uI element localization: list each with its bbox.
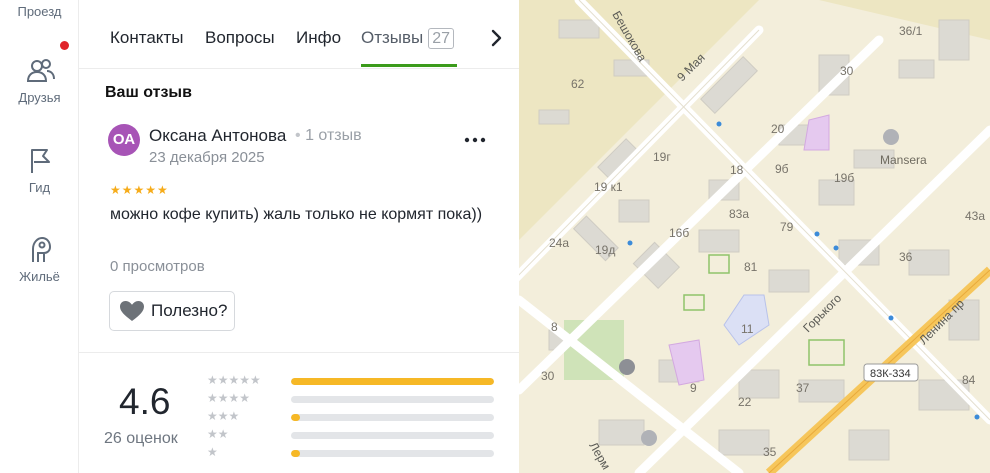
map-house-number: 9б: [775, 162, 789, 176]
author-review-count: • 1 отзыв: [295, 127, 362, 144]
tab-reviews[interactable]: Отзывы 27: [361, 28, 455, 49]
author-meta: 1 отзыв: [305, 127, 362, 144]
map-house-number: 35: [763, 445, 777, 459]
rating-bar-stars: ★★: [207, 427, 229, 441]
rail-item-guide[interactable]: Гид: [0, 146, 79, 195]
useful-label: Полезно?: [151, 301, 228, 320]
useful-button[interactable]: Полезно?: [109, 291, 236, 331]
map-house-number: 8: [551, 320, 558, 334]
heart-icon: [120, 301, 144, 321]
map-house-number: 37: [796, 381, 810, 395]
rating-bar-row: ★: [207, 445, 497, 460]
author-name[interactable]: Оксана Антонова: [149, 126, 286, 146]
left-rail: Проезд Друзья Гид Жильё: [0, 0, 79, 473]
rating-bar-fill: [291, 450, 300, 457]
tab-reviews-count: 27: [428, 28, 455, 49]
map-house-number: 30: [840, 64, 854, 78]
map-house-number: 30: [541, 369, 555, 383]
map-house-number: 18: [730, 163, 744, 177]
rail-item-label: Гид: [28, 180, 51, 195]
rating-bar-track: [291, 450, 494, 457]
rating-bar-row: ★★★: [207, 409, 497, 424]
rating-bar-stars: ★★★: [207, 409, 240, 423]
map-canvas[interactable]: Бешокова 9 Мая Горького Ленина пр Лерм M…: [519, 0, 990, 473]
notification-dot: [60, 41, 69, 50]
place-panel: Контакты Вопросы Инфо Отзывы 27 Ваш отзыв…: [79, 0, 519, 473]
map-house-number: 19г: [653, 150, 671, 164]
app-root: Проезд Друзья Гид Жильё Контакты Вопросы…: [0, 0, 990, 473]
rating-value: 4.6: [119, 381, 171, 422]
rail-item-label: Жильё: [19, 269, 60, 284]
map-house-number: 43а: [965, 209, 985, 223]
review-text: можно кофе купить) жаль только не кормят…: [110, 206, 483, 223]
map-house-number: 19 к1: [594, 180, 623, 194]
map-house-number: 36: [899, 250, 913, 264]
rating-bar-fill: [291, 414, 300, 421]
rail-item-label: Проезд: [17, 4, 62, 19]
review-views: 0 просмотров: [110, 258, 205, 275]
rail-item-housing[interactable]: Жильё: [0, 235, 79, 284]
tab-contacts[interactable]: Контакты: [110, 28, 183, 48]
tab-reviews-label: Отзывы: [361, 28, 424, 47]
road-badge: 83К-334: [870, 368, 911, 380]
review-stars: ★★★★★: [110, 183, 169, 197]
map-house-number: 16б: [669, 226, 689, 240]
rail-item-friends[interactable]: Друзья: [0, 56, 79, 105]
map-house-number: 36/1: [899, 24, 923, 38]
review-date: 23 декабря 2025: [149, 149, 265, 166]
map-house-number: 22: [738, 395, 752, 409]
rating-bar-stars: ★★★★★: [207, 373, 261, 387]
map-house-number: 19б: [834, 171, 854, 185]
map-house-number: 84: [962, 373, 976, 387]
map-house-number: 24а: [549, 236, 569, 250]
map-house-number: 19д: [595, 243, 615, 257]
map-view[interactable]: Бешокова 9 Мая Горького Ленина пр Лерм M…: [519, 0, 990, 473]
rating-bar-track: [291, 396, 494, 403]
active-tab-indicator: [361, 64, 457, 67]
rating-bar-stars: ★★★★: [207, 391, 251, 405]
housing-icon: [31, 236, 51, 262]
tab-questions[interactable]: Вопросы: [205, 28, 275, 48]
friends-icon: [26, 59, 55, 82]
more-dots-icon[interactable]: [463, 130, 487, 150]
tab-info[interactable]: Инфо: [296, 28, 341, 48]
map-house-number: 9: [690, 381, 697, 395]
your-review-title: Ваш отзыв: [105, 84, 192, 101]
rating-bar-track: [291, 414, 494, 421]
avatar[interactable]: ОА: [108, 124, 140, 156]
map-house-number: 81: [744, 260, 758, 274]
map-house-number: 20: [771, 122, 785, 136]
map-house-number: 11: [741, 322, 754, 336]
rail-item-route[interactable]: Проезд: [0, 4, 79, 19]
rating-bar-stars: ★: [207, 445, 218, 459]
map-house-number: 79: [780, 220, 794, 234]
flag-icon: [30, 149, 50, 173]
rating-bar-row: ★★★★★: [207, 373, 497, 388]
map-house-number: 62: [571, 77, 585, 91]
tab-bar: Контакты Вопросы Инфо Отзывы 27: [79, 0, 519, 69]
rating-bar-fill: [291, 378, 494, 385]
chevron-right-icon[interactable]: [484, 26, 508, 50]
rating-bar-row: ★★★★: [207, 391, 497, 406]
rating-bar-track: [291, 432, 494, 439]
rating-bar-track: [291, 378, 494, 385]
rating-count: 26 оценок: [104, 430, 178, 447]
rating-bar-row: ★★: [207, 427, 497, 442]
rail-item-label: Друзья: [18, 90, 61, 105]
map-house-number: 83а: [729, 207, 749, 221]
section-divider: [79, 352, 519, 353]
map-poi-label: Mansera: [880, 153, 927, 167]
